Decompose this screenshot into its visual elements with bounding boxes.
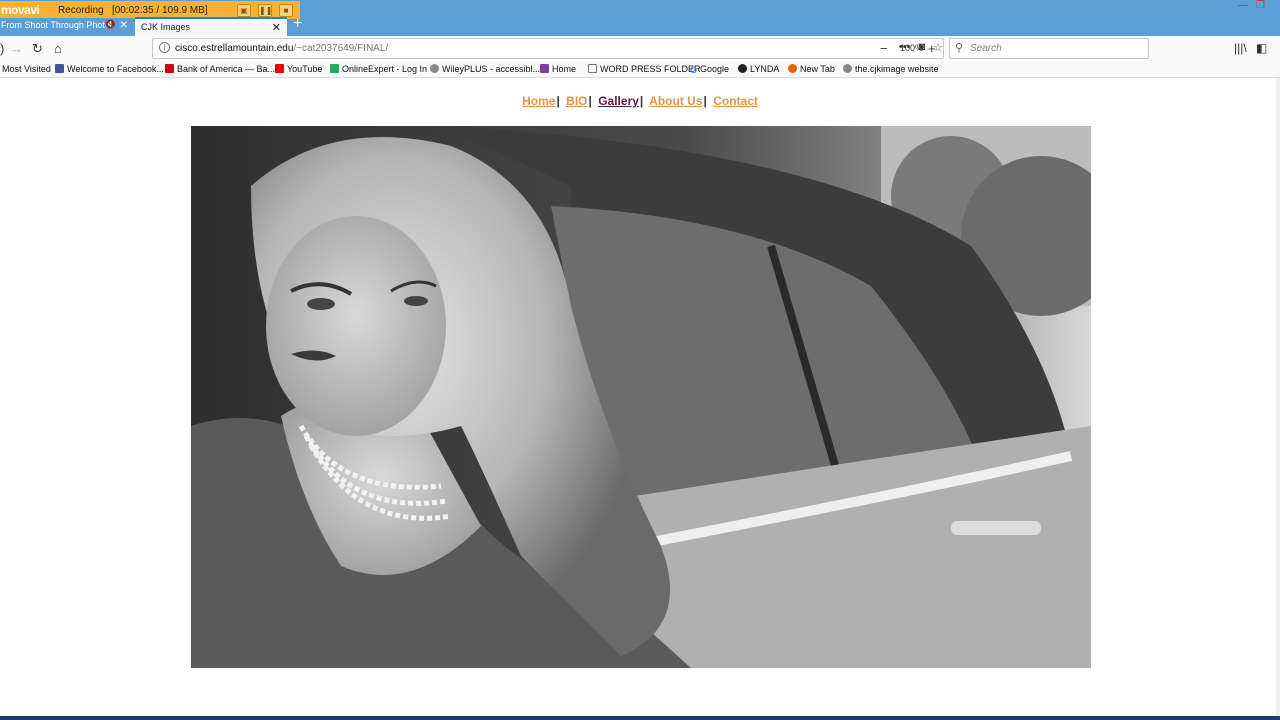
taskbar — [0, 716, 1280, 720]
folder-icon — [588, 64, 597, 73]
reload-icon[interactable]: ↻ — [32, 41, 43, 57]
bookmark-onlineexpert[interactable]: OnlineExpert - Log In — [330, 64, 427, 74]
search-placeholder: Search — [970, 43, 1002, 54]
minimize-icon[interactable]: — — [1238, 0, 1248, 11]
bookmark-google[interactable]: G Google — [690, 64, 729, 75]
globe-icon — [430, 64, 439, 73]
nav-toolbar: ) → ↻ ⌂ i cisco.estrellamountain.edu/~ca… — [0, 36, 1280, 62]
bookmark-youtube[interactable]: YouTube — [275, 64, 322, 74]
home-bm-icon — [540, 64, 549, 73]
bookmark-lynda[interactable]: LYNDA — [738, 64, 779, 74]
stop-icon[interactable]: ■ — [279, 3, 293, 17]
google-icon: G — [690, 65, 698, 75]
bookmarks-bar: Most Visited Welcome to Facebook... Bank… — [0, 62, 1280, 78]
bookmark-cjkimage[interactable]: the.cjkimage website — [843, 64, 939, 74]
hero-photo — [191, 126, 1091, 668]
search-input[interactable]: ⚲ Search — [949, 38, 1149, 59]
portrait-photo-illustration — [191, 126, 1091, 668]
tab-from-shoot-through[interactable]: From Shoot Through Photo 🔇 ✕ — [0, 18, 134, 34]
bookmark-home[interactable]: Home — [540, 64, 576, 74]
bookmark-word-press-folder[interactable]: WORD PRESS FOLDER — [588, 64, 701, 74]
zoom-in-icon[interactable]: + — [928, 41, 936, 56]
close-tab-icon[interactable]: ✕ — [120, 20, 128, 31]
forward-icon[interactable]: → — [10, 41, 23, 56]
url-host: cisco.estrellamountain.edu — [175, 43, 294, 54]
mute-icon[interactable]: 🔇 — [105, 19, 116, 30]
bofa-icon — [165, 64, 174, 73]
lynda-icon — [738, 64, 747, 73]
nav-link-gallery[interactable]: Gallery — [598, 94, 639, 108]
nav-link-about-us[interactable]: About Us — [649, 94, 702, 108]
camera-icon[interactable]: ▣ — [237, 3, 251, 17]
tab-strip: movavi Recording [00:02:35 / 109.9 MB] ▣… — [0, 0, 1280, 36]
home-icon[interactable]: ⌂ — [54, 41, 62, 56]
close-tab-icon[interactable]: ✕ — [272, 21, 281, 34]
site-info-icon[interactable]: i — [159, 42, 170, 53]
url-path: /~cat2037649/FINAL/ — [293, 43, 389, 54]
recorder-time: [00:02:35 / 109.9 MB] — [111, 4, 208, 16]
bookmark-facebook[interactable]: Welcome to Facebook... — [55, 64, 164, 74]
nav-link-contact[interactable]: Contact — [713, 94, 758, 108]
url-bar[interactable]: i cisco.estrellamountain.edu/~cat2037649… — [152, 38, 944, 59]
zoom-level[interactable]: 100% — [900, 43, 923, 53]
library-icon[interactable]: |||\ — [1234, 41, 1247, 55]
bookmark-new-tab[interactable]: New Tab — [788, 64, 835, 74]
site-navigation: Home| BIO| Gallery| About Us| Contact — [522, 94, 758, 108]
tab-label: From Shoot Through Photo — [1, 20, 110, 30]
onlineexpert-icon — [330, 64, 339, 73]
facebook-icon — [55, 64, 64, 73]
youtube-icon — [275, 64, 284, 73]
bookmark-wileyplus[interactable]: WileyPLUS - accessibl... — [430, 64, 540, 74]
sidebar-icon[interactable]: ◧ — [1256, 41, 1267, 55]
zoom-out-icon[interactable]: − — [880, 41, 888, 56]
nav-link-bio[interactable]: BIO — [566, 94, 587, 108]
new-tab-icon[interactable]: + — [293, 15, 302, 33]
tab-cjk-images[interactable]: CJK Images ✕ — [135, 17, 287, 36]
bookmark-bank-of-america[interactable]: Bank of America — Ba... — [165, 64, 275, 74]
bookmark-most-visited[interactable]: Most Visited — [2, 64, 51, 74]
page-scrollbar[interactable] — [1276, 78, 1280, 718]
firefox-icon — [788, 64, 797, 73]
recorder-status: Recording — [58, 4, 104, 16]
back-icon[interactable]: ) — [0, 41, 4, 56]
nav-link-home[interactable]: Home — [522, 94, 555, 108]
search-icon: ⚲ — [955, 42, 964, 54]
restore-icon[interactable]: ❐ — [1256, 0, 1265, 11]
pause-icon[interactable]: ❚❚ — [258, 3, 272, 17]
recorder-logo: movavi — [1, 3, 40, 17]
globe-icon — [843, 64, 852, 73]
tab-label: CJK Images — [141, 22, 191, 32]
